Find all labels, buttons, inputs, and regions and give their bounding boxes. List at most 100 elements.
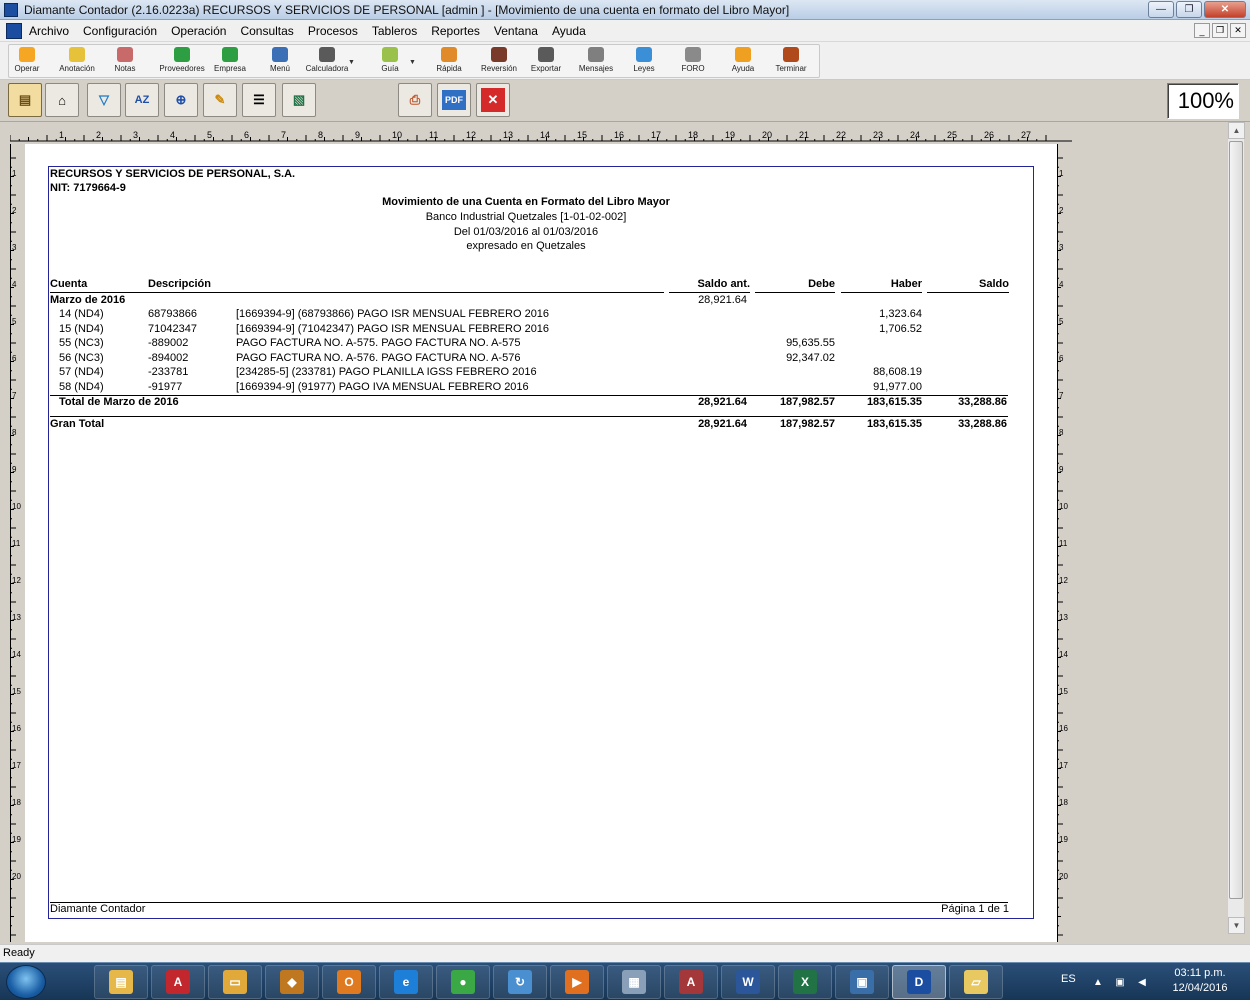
taskbar-app-button[interactable]: O bbox=[322, 965, 376, 999]
taskbar-app-button[interactable]: ◆ bbox=[265, 965, 319, 999]
excel-icon: X bbox=[793, 970, 817, 994]
pdf-icon: PDF bbox=[442, 90, 466, 110]
ruler-number: 18 bbox=[1059, 798, 1068, 807]
footer-page: Página 1 de 1 bbox=[941, 903, 1009, 915]
footer-left: Diamante Contador bbox=[50, 903, 146, 915]
child-restore-button[interactable]: ❐ bbox=[1212, 23, 1228, 38]
close-icon: ✕ bbox=[481, 88, 505, 112]
scroll-down-arrow[interactable]: ▼ bbox=[1228, 917, 1245, 934]
subtotal-label: Total de Marzo de 2016 bbox=[59, 396, 179, 408]
taskbar-app-button[interactable]: ▭ bbox=[208, 965, 262, 999]
menu-archivo[interactable]: Archivo bbox=[22, 24, 76, 38]
volume-muted-icon[interactable]: ◀ bbox=[1135, 975, 1149, 989]
page-setup-button[interactable]: ▤ bbox=[8, 83, 42, 117]
taskbar-app-button[interactable]: A bbox=[151, 965, 205, 999]
toolbar-button-calculadora[interactable]: Calculadora bbox=[305, 47, 349, 79]
ruler-number: 14 bbox=[1059, 650, 1068, 659]
pdf-button[interactable]: PDF bbox=[437, 83, 471, 117]
reversal-icon bbox=[491, 47, 507, 62]
toolbar-button-empresa[interactable]: Empresa bbox=[208, 47, 252, 79]
taskbar-app-button[interactable]: A bbox=[664, 965, 718, 999]
language-indicator[interactable]: ES bbox=[1061, 973, 1076, 985]
toolbar-button-terminar[interactable]: Terminar bbox=[769, 47, 813, 79]
messages-icon bbox=[588, 47, 604, 62]
highlight-button[interactable]: ✎ bbox=[203, 83, 237, 117]
report-page: RECURSOS Y SERVICIOS DE PERSONAL, S.A. N… bbox=[25, 144, 1057, 942]
calculator-icon: ▦ bbox=[622, 970, 646, 994]
close-window-button[interactable]: ✕ bbox=[1204, 1, 1246, 18]
ruler-number: 16 bbox=[614, 130, 624, 140]
excel-export-button[interactable]: ▧ bbox=[282, 83, 316, 117]
toolbar-button-rapida[interactable]: Rápida bbox=[427, 47, 471, 79]
child-minimize-button[interactable]: _ bbox=[1194, 23, 1210, 38]
zoom-level[interactable]: 100% bbox=[1167, 83, 1239, 119]
child-close-button[interactable]: ✕ bbox=[1230, 23, 1246, 38]
clock-date: 12/04/2016 bbox=[1172, 982, 1228, 994]
ruler-number: 14 bbox=[12, 650, 21, 659]
home-button[interactable]: ⌂ bbox=[45, 83, 79, 117]
menu-consultas[interactable]: Consultas bbox=[233, 24, 300, 38]
menu-configuracion[interactable]: Configuración bbox=[76, 24, 164, 38]
zoom-button[interactable]: ⊕ bbox=[164, 83, 198, 117]
taskbar-app-button[interactable]: ↻ bbox=[493, 965, 547, 999]
menu-operacion[interactable]: Operación bbox=[164, 24, 233, 38]
menu-procesos[interactable]: Procesos bbox=[301, 24, 365, 38]
toolbar-button-leyes[interactable]: Leyes bbox=[622, 47, 666, 79]
restore-button[interactable]: ❐ bbox=[1176, 1, 1202, 18]
menu-ventana[interactable]: Ventana bbox=[487, 24, 545, 38]
tray-network-icon[interactable]: ▣ bbox=[1113, 975, 1127, 989]
menu-reportes[interactable]: Reportes bbox=[424, 24, 487, 38]
start-button[interactable] bbox=[6, 965, 46, 999]
taskbar-app-button[interactable]: ▦ bbox=[607, 965, 661, 999]
document-icon[interactable] bbox=[6, 22, 22, 39]
toolbar-button-menu[interactable]: Menú bbox=[258, 47, 302, 79]
menu-tableros[interactable]: Tableros bbox=[365, 24, 424, 38]
taskbar-app-button[interactable]: ▶ bbox=[550, 965, 604, 999]
scroll-up-arrow[interactable]: ▲ bbox=[1228, 122, 1245, 139]
report-account: Banco Industrial Quetzales [1-01-02-002] bbox=[425, 211, 627, 223]
taskbar-app-button[interactable]: W bbox=[721, 965, 775, 999]
toolbar-button-notas[interactable]: Notas bbox=[103, 47, 147, 79]
toolbar-button-mensajes[interactable]: Mensajes bbox=[574, 47, 618, 79]
toolbar-button-anotacion[interactable]: Anotación bbox=[55, 47, 99, 79]
toolbar-button-operar[interactable]: Operar bbox=[5, 47, 49, 79]
taskbar-app-button[interactable]: ● bbox=[436, 965, 490, 999]
taskbar-app-button[interactable]: ▣ bbox=[835, 965, 889, 999]
dropdown-arrow-icon[interactable]: ▼ bbox=[409, 59, 416, 66]
toolbar-button-guia[interactable]: Guía bbox=[368, 47, 412, 79]
toolbar-button-reversion[interactable]: Reversión bbox=[477, 47, 521, 79]
taskbar-app-button[interactable]: e bbox=[379, 965, 433, 999]
toolbar-button-foro[interactable]: FORO bbox=[671, 47, 715, 79]
taskbar-app-button[interactable]: D bbox=[892, 965, 946, 999]
explorer-icon: ▤ bbox=[109, 970, 133, 994]
filter-button[interactable]: ▽ bbox=[87, 83, 121, 117]
clock[interactable]: 03:11 p.m. 12/04/2016 bbox=[1167, 966, 1233, 996]
taskbar-app-button[interactable]: ▱ bbox=[949, 965, 1003, 999]
taskbar-app-button[interactable]: ▤ bbox=[94, 965, 148, 999]
ruler-number: 23 bbox=[873, 130, 883, 140]
group-saldo-ant: 28,921.64 bbox=[698, 294, 747, 306]
tray-arrow-icon[interactable]: ▲ bbox=[1091, 975, 1105, 989]
close-report-button[interactable]: ✕ bbox=[476, 83, 510, 117]
menu-ayuda[interactable]: Ayuda bbox=[545, 24, 593, 38]
toolbar-button-ayuda[interactable]: Ayuda bbox=[721, 47, 765, 79]
taskbar-app-button[interactable]: X bbox=[778, 965, 832, 999]
print-button[interactable]: ⎙ bbox=[398, 83, 432, 117]
app-icon[interactable] bbox=[4, 2, 18, 17]
vertical-scrollbar[interactable]: ▲ ▼ bbox=[1227, 122, 1245, 934]
ruler-number: 4 bbox=[170, 130, 175, 140]
toolbar-button-proveedores[interactable]: Proveedores bbox=[159, 47, 205, 79]
sort-button[interactable]: AZ bbox=[125, 83, 159, 117]
ruler-number: 8 bbox=[1059, 428, 1064, 437]
header-underline-3 bbox=[755, 292, 835, 293]
toolbar-button-exportar[interactable]: Exportar bbox=[524, 47, 568, 79]
toolbar-label: Ayuda bbox=[731, 64, 755, 73]
scroll-thumb[interactable] bbox=[1229, 141, 1243, 899]
lines-button[interactable]: ☰ bbox=[242, 83, 276, 117]
header-saldo-ant: Saldo ant. bbox=[697, 278, 750, 290]
minimize-button[interactable]: — bbox=[1148, 1, 1174, 18]
ruler-number: 13 bbox=[12, 613, 21, 622]
zoom-in-icon: ⊕ bbox=[175, 92, 187, 107]
dropdown-arrow-icon[interactable]: ▼ bbox=[348, 59, 355, 66]
vertical-ruler-right: 1 2 3 4 5 6 7 8 9 10 11 12 13 14 15 16 17 18 19 20 bbox=[1057, 144, 1071, 942]
